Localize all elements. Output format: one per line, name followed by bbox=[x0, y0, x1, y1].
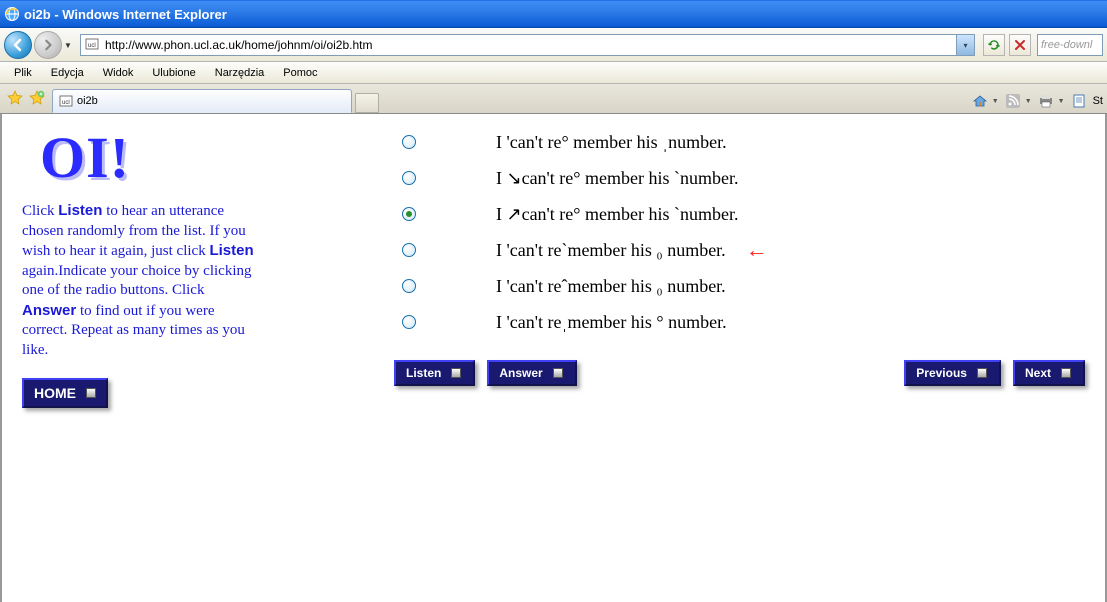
menu-item-edycja[interactable]: Edycja bbox=[43, 65, 92, 81]
window-titlebar: oi2b - Windows Internet Explorer bbox=[0, 0, 1107, 28]
address-bar[interactable]: ucl ▾ bbox=[80, 34, 975, 56]
previous-label: Previous bbox=[916, 366, 967, 380]
arrow-right-icon bbox=[42, 39, 54, 51]
address-dropdown[interactable]: ▾ bbox=[956, 35, 974, 55]
menu-bar: PlikEdycjaWidokUlubioneNarzędziaPomoc bbox=[0, 62, 1107, 84]
button-square-icon bbox=[451, 368, 461, 378]
option-row: I 'can't reˆmember his ₀ number. bbox=[402, 268, 1085, 304]
home-button-label: HOME bbox=[34, 385, 76, 401]
menu-item-plik[interactable]: Plik bbox=[6, 65, 40, 81]
command-bar: ▼ ▼ ▼ St bbox=[972, 93, 1103, 113]
navigation-toolbar: ▼ ucl ▾ free-downl bbox=[0, 28, 1107, 62]
page-menu-icon[interactable] bbox=[1071, 93, 1087, 109]
chevron-down-icon[interactable]: ▼ bbox=[992, 98, 999, 105]
search-box[interactable]: free-downl bbox=[1037, 34, 1103, 56]
option-row: I 'can't reˋmember his ₀ number. ← bbox=[402, 232, 1085, 268]
next-label: Next bbox=[1025, 366, 1051, 380]
previous-button[interactable]: Previous bbox=[904, 360, 1001, 386]
stop-icon bbox=[1014, 39, 1026, 51]
new-tab-button[interactable] bbox=[355, 93, 379, 113]
option-text: I 'can't re° member his ˌnumber. bbox=[496, 132, 727, 153]
refresh-icon bbox=[987, 38, 1001, 52]
window-title: oi2b - Windows Internet Explorer bbox=[24, 7, 227, 22]
refresh-button[interactable] bbox=[983, 34, 1005, 56]
option-row: I 'can't re° member his ˌnumber. bbox=[402, 124, 1085, 160]
option-text: I ↗can't re° member his ˋnumber. bbox=[496, 204, 738, 225]
page-content: OI! Click Listen to hear an utterance ch… bbox=[0, 114, 1107, 602]
svg-text:ucl: ucl bbox=[88, 43, 96, 49]
button-square-icon bbox=[86, 388, 96, 398]
chevron-down-icon[interactable]: ▼ bbox=[1058, 98, 1065, 105]
home-button[interactable]: HOME bbox=[22, 378, 108, 408]
stop-button[interactable] bbox=[1009, 34, 1031, 56]
option-row: I ↗can't re° member his ˋnumber. bbox=[402, 196, 1085, 232]
option-text: I 'can't reˆmember his ₀ number. bbox=[496, 276, 726, 297]
button-square-icon bbox=[553, 368, 563, 378]
tab-toolbar: ucl oi2b ▼ ▼ ▼ St bbox=[0, 84, 1107, 114]
option-radio-1[interactable] bbox=[402, 171, 416, 185]
option-text: I 'can't reˌmember his ° number. bbox=[496, 312, 727, 333]
option-radio-3[interactable] bbox=[402, 243, 416, 257]
chevron-down-icon[interactable]: ▼ bbox=[1025, 98, 1032, 105]
menu-item-widok[interactable]: Widok bbox=[95, 65, 142, 81]
nav-history-dropdown[interactable]: ▼ bbox=[64, 41, 74, 50]
feeds-icon[interactable] bbox=[1005, 93, 1021, 109]
search-placeholder: free-downl bbox=[1041, 39, 1092, 51]
home-icon[interactable] bbox=[972, 93, 988, 109]
option-row: I 'can't reˌmember his ° number. bbox=[402, 304, 1085, 340]
page-logo: OI! bbox=[40, 124, 262, 191]
option-text: I 'can't reˋmember his ₀ number. bbox=[496, 240, 726, 261]
pointer-arrow-icon: ← bbox=[746, 237, 768, 263]
option-text: I ↘can't re° member his ˋnumber. bbox=[496, 168, 738, 189]
back-button[interactable] bbox=[4, 31, 32, 59]
svg-text:ucl: ucl bbox=[62, 100, 70, 106]
button-square-icon bbox=[1061, 368, 1071, 378]
ie-icon bbox=[4, 6, 20, 22]
option-radio-2[interactable] bbox=[402, 207, 416, 221]
page-favicon-small: ucl bbox=[59, 94, 73, 108]
menu-item-pomoc[interactable]: Pomoc bbox=[275, 65, 325, 81]
option-radio-5[interactable] bbox=[402, 315, 416, 329]
print-icon[interactable] bbox=[1038, 93, 1054, 109]
add-favorite-icon[interactable] bbox=[28, 89, 46, 107]
left-column: OI! Click Listen to hear an utterance ch… bbox=[22, 124, 262, 592]
answer-button[interactable]: Answer bbox=[487, 360, 576, 386]
forward-button[interactable] bbox=[34, 31, 62, 59]
button-row: Listen Answer Previous Next bbox=[394, 360, 1085, 386]
right-column: I 'can't re° member his ˌnumber. I ↘can't… bbox=[262, 124, 1085, 592]
instructions-text: Click Listen to hear an utterance chosen… bbox=[22, 201, 262, 360]
favorites-star-icon[interactable] bbox=[6, 89, 24, 107]
option-row: I ↘can't re° member his ˋnumber. bbox=[402, 160, 1085, 196]
button-square-icon bbox=[977, 368, 987, 378]
menu-item-ulubione[interactable]: Ulubione bbox=[144, 65, 203, 81]
answer-label: Answer bbox=[499, 366, 542, 380]
next-button[interactable]: Next bbox=[1013, 360, 1085, 386]
listen-label: Listen bbox=[406, 366, 441, 380]
option-radio-0[interactable] bbox=[402, 135, 416, 149]
arrow-left-icon bbox=[11, 38, 25, 52]
menu-item-narzędzia[interactable]: Narzędzia bbox=[207, 65, 273, 81]
listen-button[interactable]: Listen bbox=[394, 360, 475, 386]
option-radio-4[interactable] bbox=[402, 279, 416, 293]
page-menu-label[interactable]: St bbox=[1093, 95, 1103, 107]
tab-label: oi2b bbox=[77, 95, 98, 107]
address-input[interactable] bbox=[103, 36, 956, 54]
browser-tab[interactable]: ucl oi2b bbox=[52, 89, 352, 113]
page-favicon: ucl bbox=[84, 37, 100, 53]
